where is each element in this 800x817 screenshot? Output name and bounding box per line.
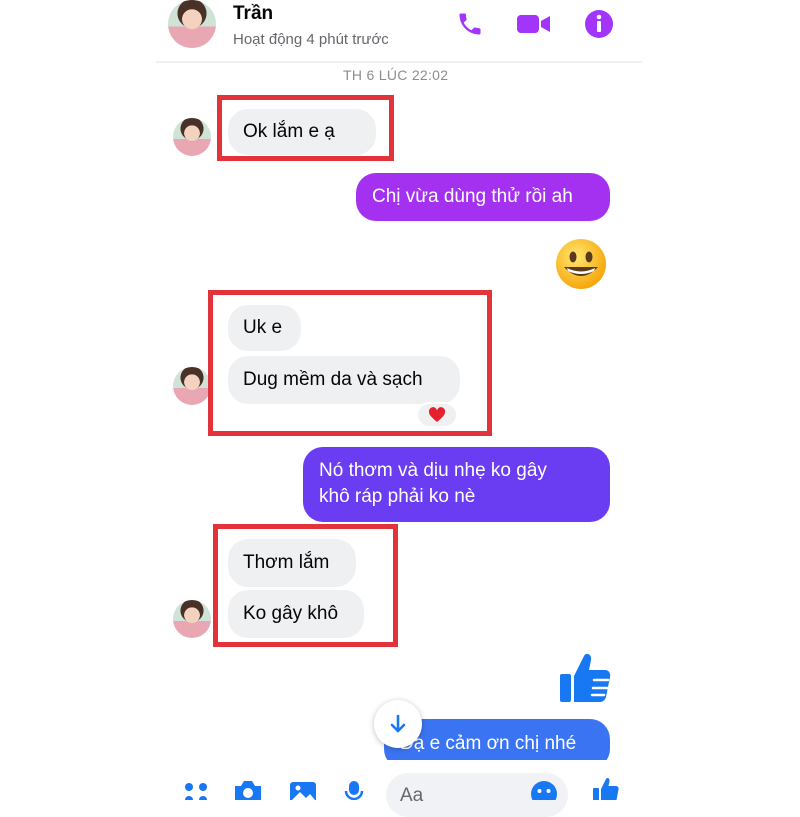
contact-avatar-small bbox=[173, 600, 211, 638]
contact-avatar-small bbox=[173, 118, 211, 156]
info-icon[interactable] bbox=[584, 9, 614, 39]
contact-name[interactable]: Trần bbox=[233, 3, 273, 25]
smile-icon[interactable] bbox=[530, 780, 558, 800]
highlight-box bbox=[208, 290, 492, 436]
arrow-down-icon bbox=[390, 714, 406, 733]
menu-icon[interactable] bbox=[183, 780, 209, 800]
grinning-emoji[interactable] bbox=[554, 237, 608, 291]
message-input-placeholder: Aa bbox=[400, 785, 424, 806]
mic-icon[interactable] bbox=[343, 778, 365, 800]
message-text-line: Nó thơm và dịu nhẹ ko gây bbox=[319, 460, 547, 481]
message-text-line: khô ráp phải ko nè bbox=[319, 486, 476, 507]
header-divider bbox=[156, 61, 642, 63]
highlight-box bbox=[213, 524, 398, 647]
like-icon[interactable] bbox=[592, 777, 620, 800]
thread-timestamp: TH 6 LÚC 22:02 bbox=[343, 67, 449, 83]
camera-icon[interactable] bbox=[232, 778, 264, 800]
gallery-icon[interactable] bbox=[288, 779, 318, 800]
message-bubble-outgoing[interactable]: Chị vừa dùng thử rồi ah bbox=[356, 173, 610, 221]
active-status: Hoạt động 4 phút trước bbox=[233, 31, 389, 48]
contact-avatar[interactable] bbox=[168, 0, 216, 48]
video-icon[interactable] bbox=[516, 10, 552, 38]
thumbs-up-icon[interactable] bbox=[558, 652, 612, 704]
message-text: Chị vừa dùng thử rồi ah bbox=[372, 186, 573, 207]
scroll-to-bottom-button[interactable] bbox=[374, 700, 422, 748]
contact-avatar-small bbox=[173, 367, 211, 405]
message-text: Dạ e cảm ơn chị nhé bbox=[400, 733, 577, 754]
phone-icon[interactable] bbox=[456, 10, 484, 38]
message-bubble-outgoing[interactable]: Nó thơm và dịu nhẹ ko gây khô ráp phải k… bbox=[303, 447, 610, 522]
highlight-box bbox=[217, 95, 394, 161]
